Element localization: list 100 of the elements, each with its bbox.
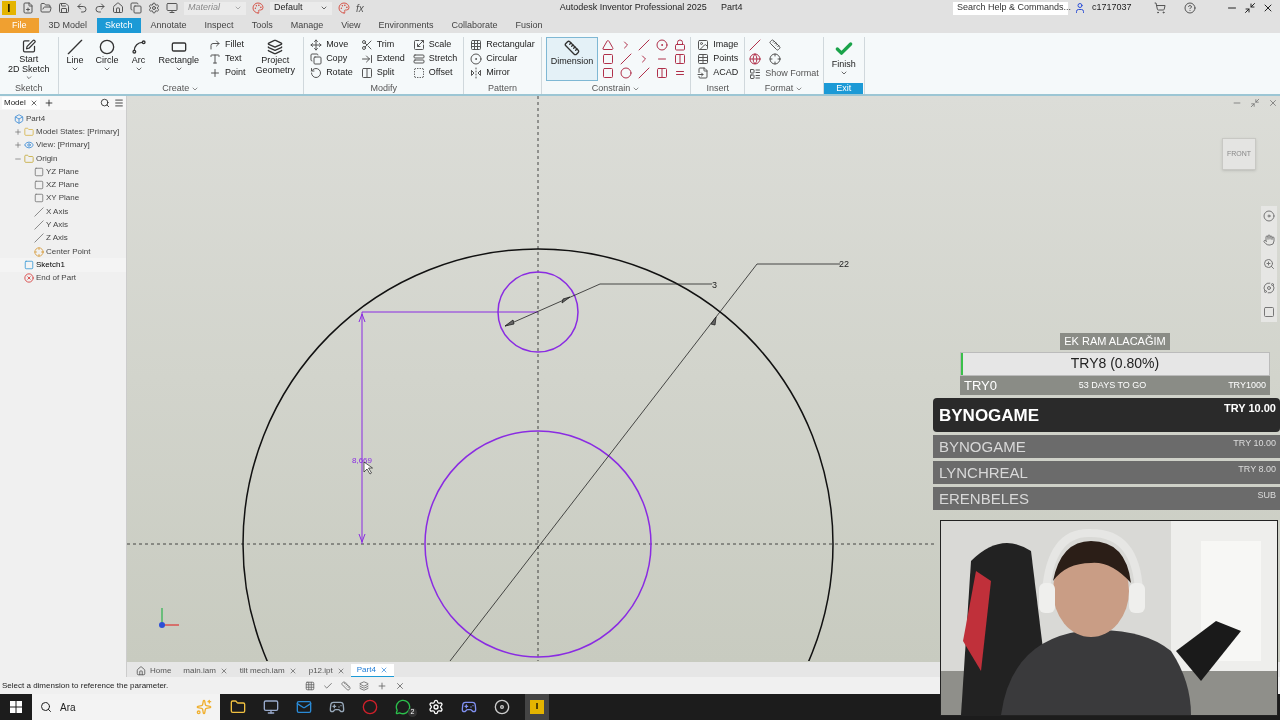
ribbon-tab[interactable]: Fusion [507, 18, 551, 33]
taskbar-app-button[interactable] [426, 697, 446, 717]
appearance-dropdown[interactable]: Default [270, 1, 332, 15]
tool-button[interactable]: Extend [360, 53, 405, 65]
format-button[interactable] [769, 53, 782, 65]
tool-button[interactable]: Rotate [310, 67, 353, 79]
quick-access-button[interactable] [130, 2, 142, 14]
dimension-leader[interactable] [449, 263, 841, 661]
tool-button[interactable]: Copy [310, 53, 353, 65]
dimension-leader[interactable] [504, 283, 713, 327]
quick-access-button[interactable] [76, 2, 88, 14]
tool-button[interactable]: ACAD [697, 67, 739, 79]
tool-button[interactable]: Image [697, 39, 739, 51]
tree-item[interactable]: Origin [0, 151, 126, 166]
menu-button[interactable] [114, 98, 124, 108]
tool-button[interactable]: Text [209, 53, 246, 65]
tool-button[interactable]: Dimension [545, 37, 599, 81]
ribbon-tab[interactable]: Environments [370, 18, 442, 33]
add-tab-button[interactable] [43, 98, 54, 108]
ribbon-tab[interactable]: Collaborate [443, 18, 506, 33]
constraint-button[interactable] [674, 53, 687, 65]
tool-button[interactable]: Trim [360, 39, 405, 51]
constraint-button[interactable] [656, 67, 669, 79]
tool-button[interactable]: Arc [126, 37, 151, 81]
document-tab[interactable]: Part4 [350, 664, 394, 677]
tree-item[interactable]: Part4 [0, 112, 126, 126]
quick-access-button[interactable] [22, 2, 34, 14]
taskbar-app-button[interactable] [261, 697, 281, 717]
tree-item[interactable]: Model States: [Primary] [0, 125, 126, 139]
tree-item[interactable]: View: [Primary] [0, 138, 126, 152]
restore-button[interactable] [1244, 2, 1256, 14]
expand-toggle[interactable] [14, 127, 22, 136]
document-tab[interactable]: tilt mech.iam [233, 664, 303, 677]
tree-item[interactable]: X Axis [0, 205, 126, 219]
formula-button[interactable]: fx [356, 0, 364, 16]
tree-item[interactable]: YZ Plane [0, 165, 126, 179]
close-button[interactable] [1262, 2, 1274, 14]
quick-access-button[interactable] [94, 2, 106, 14]
tool-button[interactable]: Scale [412, 39, 458, 51]
constraint-button[interactable] [602, 39, 615, 51]
ribbon-tab[interactable]: Manage [282, 18, 332, 33]
dimension-value[interactable]: 22 [839, 259, 849, 269]
zoom-button[interactable] [1263, 258, 1275, 270]
ribbon-tab[interactable]: 3D Model [40, 18, 96, 33]
orbit-button[interactable] [1263, 282, 1275, 294]
tree-item[interactable]: Center Point [0, 244, 126, 259]
tool-button[interactable]: Rectangle [154, 37, 204, 81]
tree-item[interactable]: End of Part [0, 271, 126, 285]
tool-button[interactable]: Show Format [749, 67, 819, 81]
tool-button[interactable]: Mirror [470, 67, 535, 79]
tool-button[interactable]: Split [360, 67, 405, 79]
tool-button[interactable]: Project Geometry [251, 37, 300, 81]
sketch-circle[interactable] [497, 271, 579, 353]
tool-button[interactable]: Circular [470, 53, 535, 65]
tool-button[interactable]: Fillet [209, 39, 246, 51]
tree-item[interactable]: XY Plane [0, 191, 126, 206]
tree-item[interactable]: Sketch1 [0, 258, 126, 272]
tool-button[interactable]: Point [209, 67, 246, 79]
constraint-button[interactable] [638, 39, 651, 51]
tree-item[interactable]: XZ Plane [0, 178, 126, 192]
ribbon-tab[interactable]: View [333, 18, 369, 33]
constraint-button[interactable] [674, 39, 687, 51]
quick-access-button[interactable] [112, 2, 124, 14]
tree-item[interactable]: Z Axis [0, 231, 126, 245]
view-face-button[interactable] [1263, 306, 1275, 318]
quick-access-button[interactable] [166, 2, 178, 14]
dimension-value[interactable]: 3 [712, 280, 717, 290]
tool-button[interactable]: Start 2D Sketch [4, 37, 54, 81]
tool-button[interactable]: Stretch [412, 53, 458, 65]
tool-button[interactable]: Move [310, 39, 353, 51]
status-tool-button[interactable] [395, 680, 405, 691]
tool-button[interactable]: Finish [827, 37, 860, 81]
ribbon-tab[interactable]: Tools [243, 18, 281, 33]
quick-access-button[interactable] [148, 2, 160, 14]
expand-toggle[interactable] [14, 141, 22, 150]
ribbon-tab[interactable]: Annotate [142, 18, 195, 33]
quick-access-button[interactable] [40, 2, 52, 14]
status-tool-button[interactable] [323, 680, 333, 691]
tool-button[interactable]: Points [697, 53, 739, 65]
constraint-button[interactable] [602, 53, 615, 65]
constraint-button[interactable] [620, 53, 633, 65]
constraint-button[interactable] [620, 67, 633, 79]
tool-button[interactable]: Offset [412, 67, 458, 79]
quick-access-button[interactable] [58, 2, 70, 14]
sketch-circle[interactable] [424, 430, 652, 658]
user-name[interactable]: c1717037 [1092, 1, 1148, 15]
search-button[interactable] [100, 98, 110, 108]
format-button[interactable] [749, 53, 762, 65]
document-tab[interactable]: p12.ipt [302, 664, 351, 677]
status-tool-button[interactable] [377, 680, 387, 691]
tool-button[interactable]: Circle [91, 37, 123, 81]
browser-tab[interactable]: Model [2, 97, 40, 109]
document-tab[interactable]: Home [130, 664, 178, 677]
tree-item[interactable]: Y Axis [0, 218, 126, 232]
constraint-button[interactable] [656, 39, 669, 51]
taskbar-app-button[interactable]: I [525, 694, 549, 720]
status-tool-button[interactable] [341, 680, 351, 691]
document-tab[interactable]: main.iam [177, 664, 234, 677]
constraint-button[interactable] [638, 67, 651, 79]
constraint-button[interactable] [602, 67, 615, 79]
